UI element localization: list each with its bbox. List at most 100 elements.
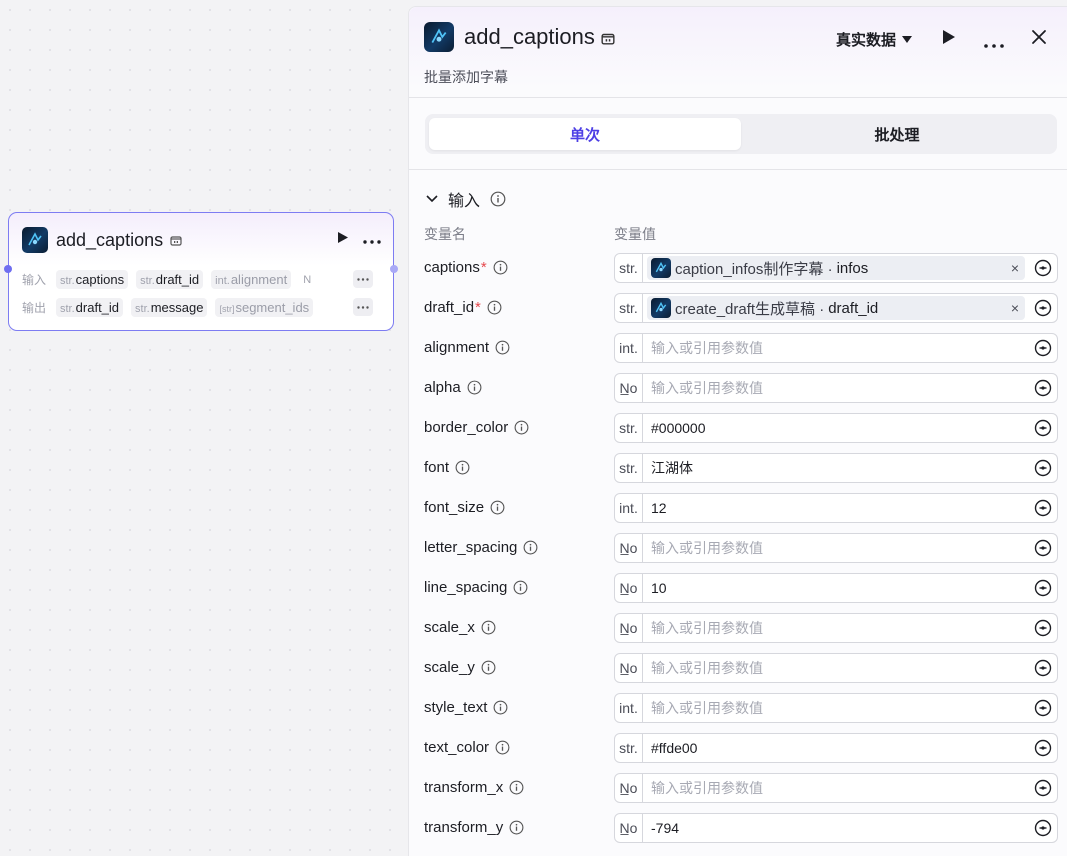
param-value-input[interactable]: 输入或引用参数值 — [643, 778, 1029, 798]
tab-single[interactable]: 单次 — [429, 118, 741, 150]
input-section-header[interactable]: 输入 — [426, 187, 506, 211]
param-field[interactable]: int. 输入或引用参数值 — [614, 693, 1058, 723]
param-value-input[interactable]: -794 — [643, 820, 1029, 836]
param-name: scale_x — [424, 619, 475, 636]
param-value-input[interactable]: 输入或引用参数值 — [643, 618, 1029, 638]
param-field[interactable]: int. 输入或引用参数值 — [614, 333, 1058, 363]
info-icon[interactable] — [481, 620, 496, 635]
type-badge: str. — [615, 734, 643, 762]
param-label: alpha — [424, 379, 482, 396]
reference-variable-icon[interactable] — [1029, 819, 1057, 837]
node-output-port[interactable] — [390, 265, 398, 273]
reference-variable-icon[interactable] — [1029, 419, 1057, 437]
reference-variable-icon[interactable] — [1029, 699, 1057, 717]
info-icon[interactable] — [495, 740, 510, 755]
node-output-pin: str. message — [131, 298, 208, 317]
column-header-value: 变量值 — [614, 226, 656, 242]
param-field[interactable]: str. #ffde00 — [614, 733, 1058, 763]
info-icon[interactable] — [487, 300, 502, 315]
info-icon[interactable] — [495, 340, 510, 355]
param-value-input[interactable]: 输入或引用参数值 — [643, 698, 1029, 718]
clear-reference-icon[interactable]: × — [1011, 260, 1019, 276]
param-name: style_text — [424, 699, 488, 716]
param-label: text_color — [424, 739, 510, 756]
info-icon[interactable] — [513, 580, 528, 595]
info-icon[interactable] — [493, 260, 508, 275]
param-name: text_color — [424, 739, 490, 756]
reference-variable-icon[interactable] — [1029, 539, 1057, 557]
info-icon[interactable] — [490, 191, 506, 207]
run-icon[interactable] — [942, 29, 956, 50]
info-icon[interactable] — [490, 500, 505, 515]
node-run-icon[interactable] — [337, 231, 349, 249]
reference-variable-icon[interactable] — [1029, 779, 1057, 797]
close-icon[interactable] — [1031, 29, 1047, 50]
param-field[interactable]: N̲o 输入或引用参数值 — [614, 773, 1058, 803]
param-field[interactable]: N̲o 输入或引用参数值 — [614, 653, 1058, 683]
type-badge: N̲o — [615, 574, 643, 602]
node-inputs-more-button[interactable] — [353, 270, 373, 288]
node-header: add_captions — [22, 226, 381, 254]
param-name: letter_spacing — [424, 539, 518, 556]
required-marker: * — [480, 259, 487, 276]
node-more-icon[interactable] — [363, 231, 381, 249]
info-icon[interactable] — [514, 420, 529, 435]
param-name: line_spacing — [424, 579, 508, 596]
param-field[interactable]: int. 12 — [614, 493, 1058, 523]
data-mode-dropdown[interactable]: 真实数据 — [836, 29, 913, 50]
param-value-input[interactable]: 12 — [643, 500, 1029, 516]
reference-variable-icon[interactable] — [1029, 739, 1057, 757]
param-field[interactable]: N̲o 10 — [614, 573, 1058, 603]
param-name: scale_y — [424, 659, 475, 676]
param-value-input[interactable]: #ffde00 — [643, 740, 1029, 756]
param-field[interactable]: str. #000000 — [614, 413, 1058, 443]
param-field[interactable]: N̲o 输入或引用参数值 — [614, 533, 1058, 563]
param-name: draft_id — [424, 299, 475, 316]
reference-variable-icon[interactable] — [1029, 259, 1057, 277]
reference-variable-icon[interactable] — [1029, 659, 1057, 677]
param-name: alpha — [424, 379, 461, 396]
param-value-input[interactable]: 输入或引用参数值 — [643, 658, 1029, 678]
param-field[interactable]: str. caption_infos制作字幕 · infos × — [614, 253, 1058, 283]
node-input-port[interactable] — [4, 265, 12, 273]
reference-variable-icon[interactable] — [1029, 499, 1057, 517]
param-field[interactable]: N̲o 输入或引用参数值 — [614, 373, 1058, 403]
reference-chip[interactable]: caption_infos制作字幕 · infos × — [647, 256, 1025, 280]
info-icon[interactable] — [455, 460, 470, 475]
plugin-logo-icon — [651, 298, 671, 318]
info-icon[interactable] — [523, 540, 538, 555]
param-field[interactable]: N̲o 输入或引用参数值 — [614, 613, 1058, 643]
param-value-input[interactable]: 输入或引用参数值 — [643, 378, 1029, 398]
param-field[interactable]: str. 江湖体 — [614, 453, 1058, 483]
param-field[interactable]: N̲o -794 — [614, 813, 1058, 843]
param-value-input[interactable]: #000000 — [643, 420, 1029, 436]
param-label: scale_x — [424, 619, 496, 636]
reference-variable-icon[interactable] — [1029, 579, 1057, 597]
clear-reference-icon[interactable]: × — [1011, 300, 1019, 316]
param-field[interactable]: str. create_draft生成草稿 · draft_id × — [614, 293, 1058, 323]
reference-variable-icon[interactable] — [1029, 619, 1057, 637]
node-outputs-more-button[interactable] — [353, 298, 373, 316]
more-options-icon[interactable] — [984, 35, 1004, 53]
reference-variable-icon[interactable] — [1029, 459, 1057, 477]
reference-chip[interactable]: create_draft生成草稿 · draft_id × — [647, 296, 1025, 320]
param-label: font — [424, 459, 470, 476]
info-icon[interactable] — [493, 700, 508, 715]
workflow-node-add-captions[interactable]: add_captions 输入 str. captions str. draft_i… — [4, 212, 398, 331]
tab-batch[interactable]: 批处理 — [741, 118, 1053, 150]
param-value-input[interactable]: 10 — [643, 580, 1029, 596]
info-icon[interactable] — [509, 820, 524, 835]
reference-variable-icon[interactable] — [1029, 299, 1057, 317]
param-value-input[interactable]: 输入或引用参数值 — [643, 538, 1029, 558]
info-icon[interactable] — [509, 780, 524, 795]
param-value-input[interactable]: 输入或引用参数值 — [643, 338, 1029, 358]
reference-variable-icon[interactable] — [1029, 339, 1057, 357]
param-value-input[interactable]: 江湖体 — [643, 458, 1029, 478]
reference-variable-icon[interactable] — [1029, 379, 1057, 397]
info-icon[interactable] — [481, 660, 496, 675]
info-icon[interactable] — [467, 380, 482, 395]
param-row-line-spacing: line_spacing N̲o 10 — [424, 573, 1058, 603]
panel-subtitle: 批量添加字幕 — [424, 69, 508, 85]
param-label: transform_y — [424, 819, 524, 836]
node-output-label: 输出 — [22, 301, 47, 315]
